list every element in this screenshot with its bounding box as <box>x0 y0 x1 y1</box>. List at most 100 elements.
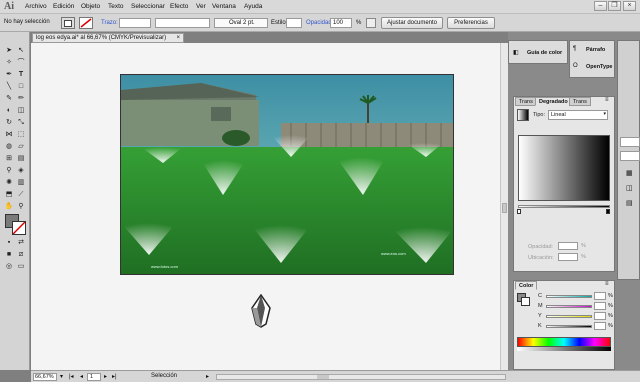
shape-builder-icon[interactable]: ◍ <box>4 142 14 152</box>
zoom-tool-icon[interactable]: ⚲ <box>16 202 26 212</box>
transparency-tab-2[interactable]: Trans <box>569 97 591 106</box>
channel-m-field[interactable] <box>594 302 606 310</box>
width-tool-icon[interactable]: ⋈ <box>4 130 14 140</box>
color-stroke-icon[interactable] <box>521 297 530 306</box>
opacity-input[interactable]: 100 <box>330 18 352 28</box>
channel-m-slider[interactable] <box>546 305 592 308</box>
menu-seleccionar[interactable]: Seleccionar <box>131 3 165 10</box>
stop-opacity-field[interactable] <box>558 242 578 250</box>
menu-texto[interactable]: Texto <box>108 3 124 10</box>
scroll-thumb[interactable] <box>502 203 507 213</box>
swap-colors-icon[interactable]: ⇄ <box>16 238 26 248</box>
color-guide-strip[interactable]: ◧ Guía de color <box>508 40 568 64</box>
channel-c-slider[interactable] <box>546 295 592 298</box>
paragraph-tab[interactable]: Párrafo <box>586 47 605 53</box>
gradient-preview[interactable] <box>518 135 610 201</box>
next-artboard-icon[interactable]: ▸ <box>104 373 107 380</box>
restore-button[interactable]: ❐ <box>608 1 621 11</box>
close-tab-icon[interactable]: × <box>176 34 180 42</box>
artwork-image[interactable]: www.fotos.com www.eos.com <box>120 74 454 275</box>
stroke-weight-field[interactable] <box>119 18 151 28</box>
prev-artboard-icon[interactable]: ◂ <box>80 373 83 380</box>
gradient-swatch[interactable] <box>517 109 529 121</box>
crystal-logo-icon[interactable] <box>250 294 272 328</box>
vertical-scrollbar[interactable] <box>500 43 508 370</box>
document-setup-button[interactable]: Ajustar documento <box>381 17 443 29</box>
free-transform-icon[interactable]: ⬚ <box>16 130 26 140</box>
line-tool-icon[interactable]: ╲ <box>4 82 14 92</box>
draw-mode-icon[interactable]: ◎ <box>4 262 14 272</box>
mesh-icon[interactable]: ⊞ <box>4 154 14 164</box>
screen-mode-icon[interactable]: ▭ <box>16 262 26 272</box>
side-field-1[interactable] <box>620 137 640 147</box>
paintbrush-icon[interactable]: ✎ <box>4 94 14 104</box>
channel-c-field[interactable] <box>594 292 606 300</box>
channel-k-slider[interactable] <box>546 325 592 328</box>
horizontal-scrollbar[interactable] <box>216 374 506 380</box>
status-menu-icon[interactable]: ▸ <box>206 373 209 380</box>
menu-objeto[interactable]: Objeto <box>81 3 100 10</box>
zoom-field[interactable]: 66,67% <box>33 373 57 381</box>
gradient-type-select[interactable]: Lineal ▾ <box>548 110 608 120</box>
eyedropper-icon[interactable]: ⚲ <box>4 166 14 176</box>
color-guide-tab[interactable]: Guía de color <box>527 50 562 56</box>
document-tab[interactable]: log eos edya.ai* al 66,67% (CMYK/Previsu… <box>32 33 184 43</box>
transparency-tab[interactable]: Trans <box>515 97 537 106</box>
opentype-tab[interactable]: OpenType <box>586 64 613 70</box>
direct-selection-tool-icon[interactable]: ↖ <box>16 46 26 56</box>
scale-icon[interactable]: ⤡ <box>16 118 26 128</box>
perspective-grid-icon[interactable]: ▱ <box>16 142 26 152</box>
pen-tool-icon[interactable]: ✒ <box>4 70 14 80</box>
minimize-button[interactable]: – <box>594 1 607 11</box>
symbol-sprayer-icon[interactable]: ✺ <box>4 178 14 188</box>
stroke-color-icon[interactable] <box>12 221 26 235</box>
side-field-2[interactable] <box>620 151 640 161</box>
none-mode-icon[interactable]: ⧄ <box>16 250 26 260</box>
slice-tool-icon[interactable]: ⟋ <box>16 190 26 200</box>
stop-location-field[interactable] <box>558 253 578 261</box>
rectangle-tool-icon[interactable]: □ <box>16 82 26 92</box>
graph-tool-icon[interactable]: ▥ <box>16 178 26 188</box>
color-mode-icon[interactable]: ■ <box>4 250 14 260</box>
gray-ramp[interactable] <box>517 347 611 351</box>
artboard-tool-icon[interactable]: ⬒ <box>4 190 14 200</box>
stroke-swatch[interactable] <box>79 17 93 29</box>
style-select[interactable] <box>286 18 302 28</box>
channel-y-slider[interactable] <box>546 315 592 318</box>
color-tab[interactable]: Color <box>515 281 538 290</box>
color-menu-icon[interactable]: ≡ <box>605 281 609 287</box>
preferences-button[interactable]: Preferencias <box>447 17 495 29</box>
brush-select[interactable]: Oval 2 pt. <box>214 18 268 28</box>
zoom-dropdown-icon[interactable]: ▾ <box>60 373 63 380</box>
panel-menu-icon[interactable]: ≡ <box>605 97 609 103</box>
first-artboard-icon[interactable]: |◂ <box>69 373 74 380</box>
selection-tool-icon[interactable]: ➤ <box>4 46 14 56</box>
lasso-icon[interactable]: ⌒ <box>16 58 26 68</box>
side-icon-1[interactable]: ▦ <box>626 169 633 177</box>
default-colors-icon[interactable]: ▪ <box>4 238 14 248</box>
h-scroll-thumb[interactable] <box>317 375 329 379</box>
recolor-icon[interactable] <box>366 18 376 28</box>
gradient-tool-icon[interactable]: ▤ <box>16 154 26 164</box>
gradient-tab[interactable]: Degradado <box>535 97 572 106</box>
side-icon-3[interactable]: ▤ <box>626 199 633 207</box>
close-button[interactable]: × <box>623 1 636 11</box>
pencil-icon[interactable]: ✏ <box>16 94 26 104</box>
menu-ayuda[interactable]: Ayuda <box>244 3 262 10</box>
menu-archivo[interactable]: Archivo <box>25 3 47 10</box>
side-icon-2[interactable]: ◫ <box>626 184 633 192</box>
gradient-stop-black[interactable] <box>606 209 610 214</box>
color-spectrum[interactable] <box>517 337 611 347</box>
rotate-icon[interactable]: ↻ <box>4 118 14 128</box>
fill-swatch[interactable] <box>61 17 75 29</box>
artboard-field[interactable]: 1 <box>87 373 101 381</box>
menu-ver[interactable]: Ver <box>196 3 206 10</box>
channel-k-field[interactable] <box>594 322 606 330</box>
variable-width-select[interactable] <box>155 18 210 28</box>
blob-brush-icon[interactable]: ◐ <box>4 106 14 116</box>
blend-tool-icon[interactable]: ◈ <box>16 166 26 176</box>
last-artboard-icon[interactable]: ▸| <box>112 373 117 380</box>
gradient-stop-white[interactable] <box>517 209 521 214</box>
eraser-icon[interactable]: ◫ <box>16 106 26 116</box>
gradient-slider[interactable] <box>518 205 610 208</box>
